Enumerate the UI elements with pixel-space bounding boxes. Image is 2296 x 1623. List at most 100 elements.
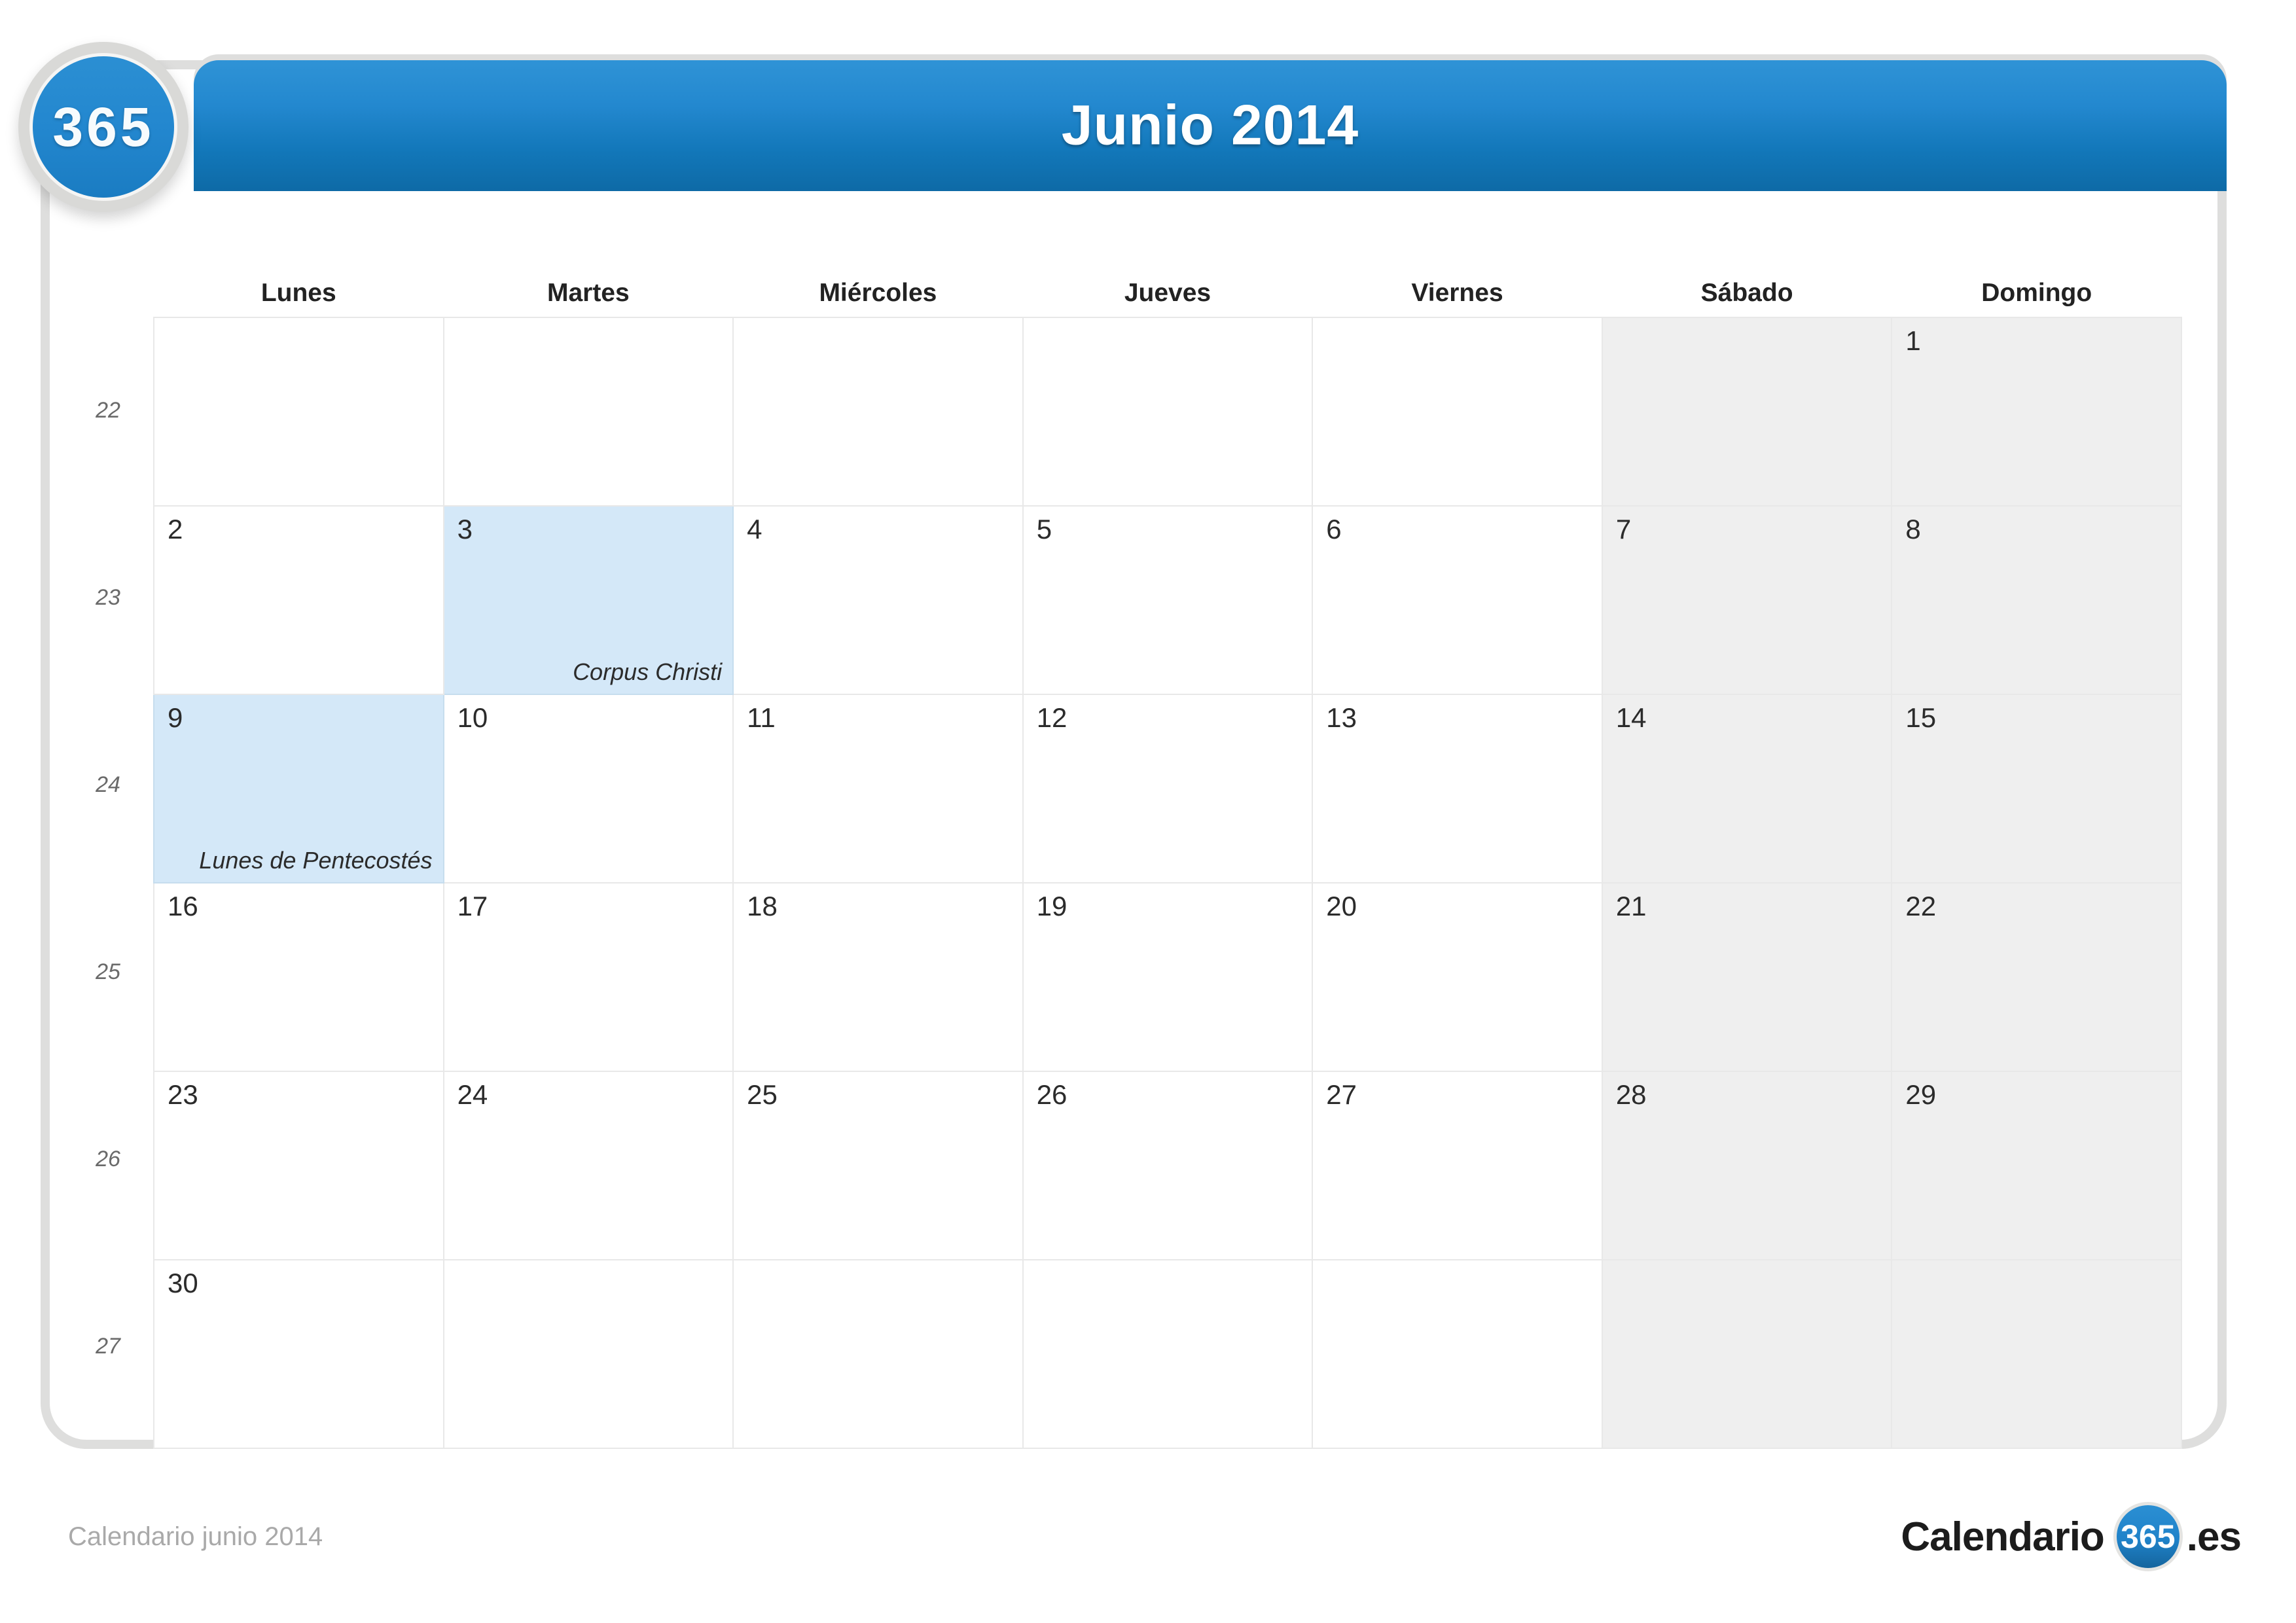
day-number: 12	[1036, 702, 1067, 733]
calendar-body: 1 2 3 Corpus Christi 4 5 6 7 8 9 Lunes de Pentecos…	[153, 317, 2182, 1449]
footer-logo-tld: .es	[2186, 1514, 2242, 1560]
calendar-day-cell[interactable]: 22	[1891, 882, 2182, 1072]
holiday-label: Corpus Christi	[573, 658, 723, 685]
calendar-day-cell[interactable]: 6	[1312, 505, 1603, 695]
calendar-day-cell[interactable]: 18	[732, 882, 1024, 1072]
calendar-empty-cell	[732, 1259, 1024, 1449]
day-number: 28	[1615, 1079, 1647, 1110]
footer-logo-circle-label: 365	[2121, 1518, 2176, 1555]
logo-badge-label: 365	[52, 96, 154, 158]
day-number: 4	[747, 514, 762, 544]
calendar-grid-area: Lunes Martes Miércoles Jueves Viernes Sá…	[153, 262, 2182, 1449]
calendar-table: Lunes Martes Miércoles Jueves Viernes Sá…	[153, 262, 2182, 1449]
calendar-empty-cell	[1022, 1259, 1314, 1449]
calendar-day-cell[interactable]: 11	[732, 694, 1024, 883]
weekday-header-martes: Martes	[547, 279, 630, 307]
calendar-day-cell[interactable]: 24	[442, 1071, 734, 1260]
calendar-empty-cell	[1022, 317, 1314, 507]
calendar-day-cell[interactable]: 5	[1022, 505, 1314, 695]
day-number: 16	[168, 891, 198, 921]
logo-badge-circle: 365	[29, 53, 177, 201]
day-number: 1	[1905, 325, 1921, 356]
day-number: 22	[1905, 891, 1937, 921]
calendar-empty-cell	[442, 317, 734, 507]
calendar-empty-cell	[442, 1259, 734, 1449]
day-number: 10	[457, 702, 488, 733]
calendar-day-cell[interactable]: 21	[1601, 882, 1893, 1072]
logo-badge-365[interactable]: 365	[18, 42, 188, 212]
calendar-day-cell[interactable]: 20	[1312, 882, 1603, 1072]
footer-logo-word: Calendario	[1901, 1514, 2104, 1560]
calendar-day-cell[interactable]: 3 Corpus Christi	[442, 505, 734, 695]
calendar-day-cell[interactable]: 4	[732, 505, 1024, 695]
page-title: Junio 2014	[1061, 94, 1359, 157]
day-number: 11	[747, 702, 776, 733]
calendar-day-cell[interactable]: 25	[732, 1071, 1024, 1260]
calendar-day-cell[interactable]: 27	[1312, 1071, 1603, 1260]
calendar-header-bar: Junio 2014	[194, 60, 2227, 191]
calendar-day-cell[interactable]: 19	[1022, 882, 1314, 1072]
calendar-day-cell[interactable]: 17	[442, 882, 734, 1072]
calendar-day-cell[interactable]: 16	[153, 882, 444, 1072]
calendar-empty-cell	[153, 317, 444, 507]
day-number: 20	[1326, 891, 1357, 921]
day-number: 8	[1905, 514, 1921, 544]
day-number: 30	[168, 1268, 198, 1298]
day-number: 6	[1326, 514, 1342, 544]
calendar-day-cell[interactable]: 26	[1022, 1071, 1314, 1260]
calendar-day-cell[interactable]: 13	[1312, 694, 1603, 883]
day-number: 2	[168, 514, 183, 544]
calendar-empty-cell	[1601, 317, 1893, 507]
day-number: 13	[1326, 702, 1357, 733]
day-number: 5	[1036, 514, 1052, 544]
day-number: 24	[457, 1079, 488, 1110]
calendar-day-cell[interactable]: 9 Lunes de Pentecostés	[153, 694, 444, 883]
holiday-label: Lunes de Pentecostés	[199, 847, 433, 874]
day-number: 26	[1036, 1079, 1067, 1110]
calendar-day-cell[interactable]: 8	[1891, 505, 2182, 695]
day-number: 17	[457, 891, 488, 921]
calendar-empty-cell	[1601, 1259, 1893, 1449]
calendar-day-cell[interactable]: 1	[1891, 317, 2182, 507]
calendar-day-cell[interactable]: 14	[1601, 694, 1893, 883]
calendar-empty-cell	[1891, 1259, 2182, 1449]
day-number: 3	[457, 514, 473, 544]
week-number: 22	[96, 397, 120, 423]
calendar-day-cell[interactable]: 28	[1601, 1071, 1893, 1260]
footer-caption: Calendario junio 2014	[68, 1522, 323, 1551]
day-number: 27	[1326, 1079, 1357, 1110]
week-number-column: 22 23 24 25 26 27	[65, 262, 151, 1440]
weekday-header-domingo: Domingo	[1981, 279, 2092, 307]
calendar-week-row: 16 17 18 19 20 21 22	[153, 882, 2182, 1072]
calendar-day-cell[interactable]: 23	[153, 1071, 444, 1260]
calendar-day-cell[interactable]: 12	[1022, 694, 1314, 883]
day-number: 7	[1615, 514, 1632, 544]
day-number: 18	[747, 891, 778, 921]
weekday-header-jueves: Jueves	[1124, 279, 1211, 307]
calendar-empty-cell	[1312, 1259, 1603, 1449]
day-number: 29	[1905, 1079, 1937, 1110]
week-number: 23	[96, 584, 120, 610]
calendar-day-cell[interactable]: 7	[1601, 505, 1893, 695]
day-number: 14	[1615, 702, 1647, 733]
weekday-header-viernes: Viernes	[1411, 279, 1503, 307]
weekday-header-lunes: Lunes	[260, 279, 336, 307]
day-number: 15	[1905, 702, 1937, 733]
calendar-day-cell[interactable]: 2	[153, 505, 444, 695]
calendar-empty-cell	[1312, 317, 1603, 507]
calendar-day-cell[interactable]: 15	[1891, 694, 2182, 883]
calendar-day-cell[interactable]: 29	[1891, 1071, 2182, 1260]
footer-logo-circle-365: 365	[2113, 1502, 2183, 1571]
week-number: 25	[96, 959, 120, 984]
week-number: 27	[96, 1333, 120, 1359]
calendar-day-cell[interactable]: 10	[442, 694, 734, 883]
calendar-week-row: 1	[153, 317, 2182, 507]
day-number: 19	[1036, 891, 1067, 921]
day-number: 21	[1615, 891, 1647, 921]
week-number: 24	[96, 772, 120, 797]
weekday-header-row: Lunes Martes Miércoles Jueves Viernes Sá…	[154, 262, 2181, 317]
calendar-week-row: 2 3 Corpus Christi 4 5 6 7 8	[153, 505, 2182, 695]
calendar-day-cell[interactable]: 30	[153, 1259, 444, 1449]
calendar-week-row: 23 24 25 26 27 28 29	[153, 1071, 2182, 1260]
footer-logo[interactable]: Calendario 365 .es	[1901, 1502, 2242, 1571]
